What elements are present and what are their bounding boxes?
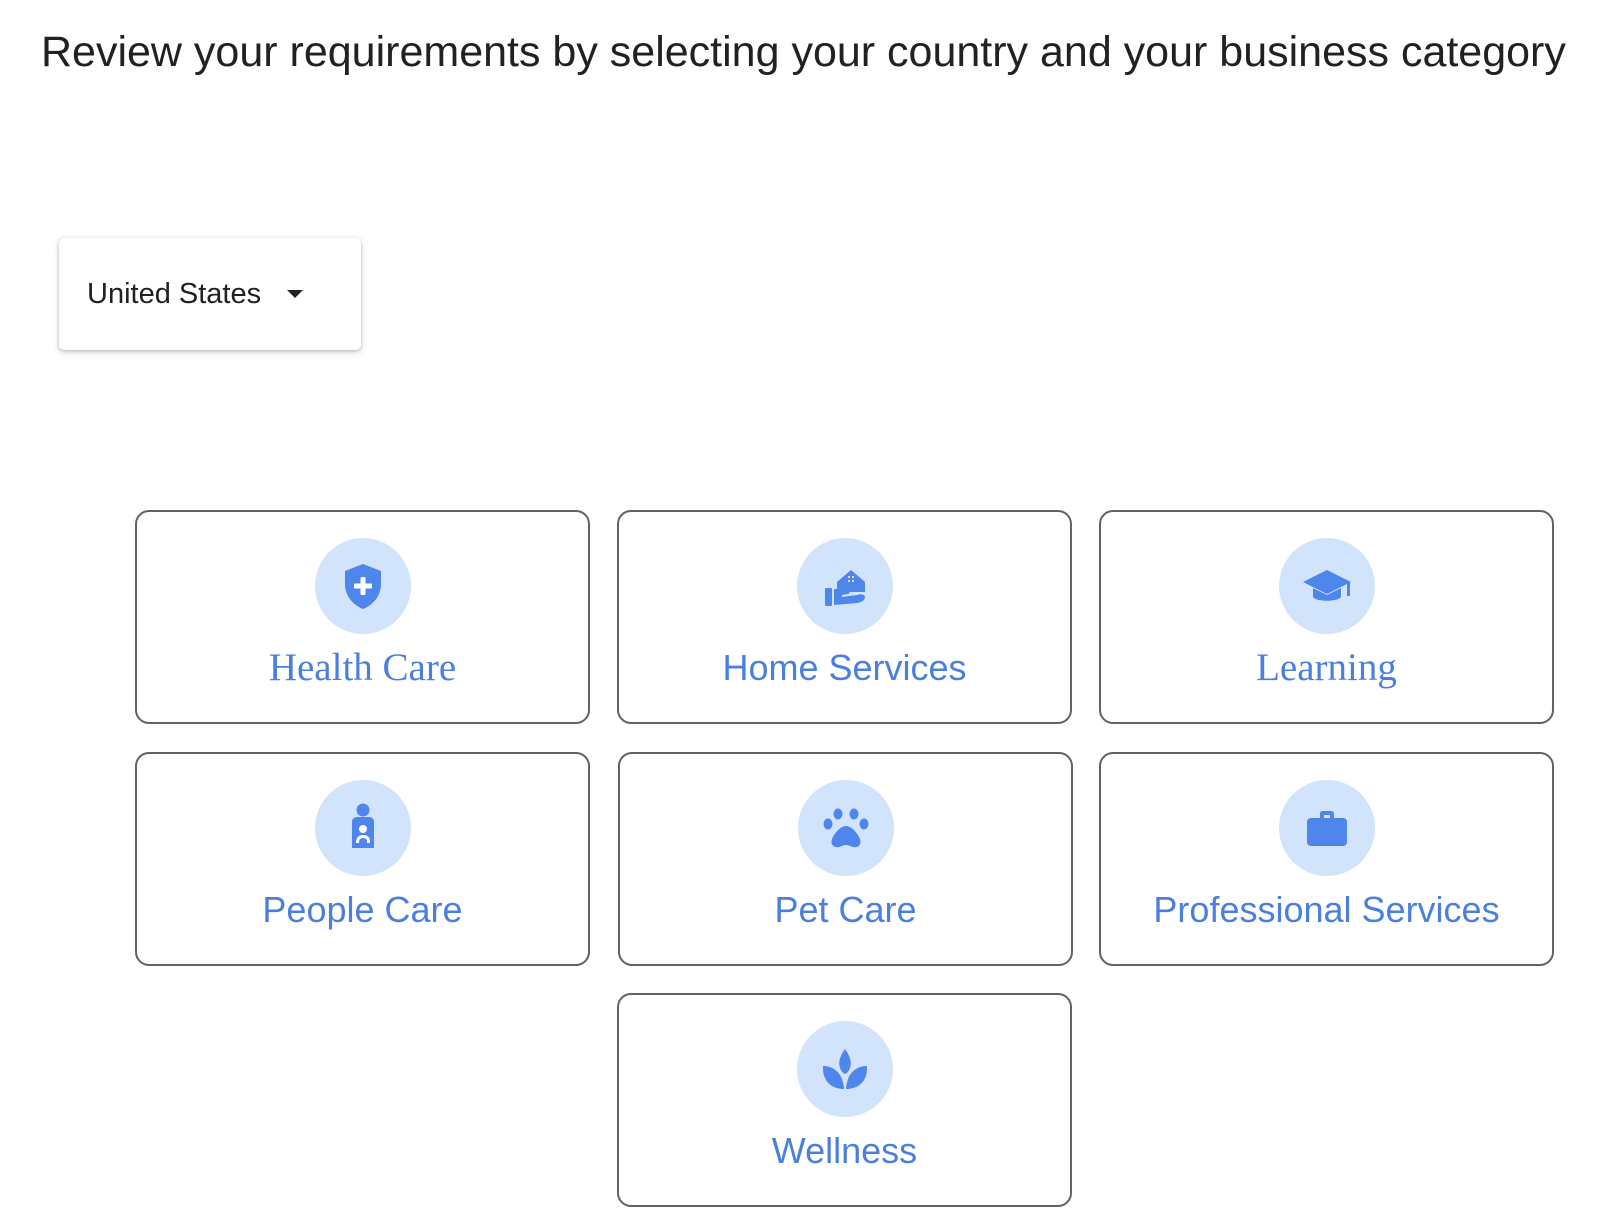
page-title: Review your requirements by selecting yo… (41, 28, 1566, 76)
category-card-professional-services[interactable]: Professional Services (1099, 752, 1554, 966)
category-label: People Care (262, 889, 463, 930)
category-label: Home Services (722, 647, 967, 688)
category-card-wellness[interactable]: Wellness (617, 993, 1072, 1207)
category-card-health-care[interactable]: Health Care (135, 510, 590, 724)
lotus-icon (796, 1021, 893, 1117)
graduation-cap-icon (1278, 538, 1375, 634)
briefcase-icon (1278, 780, 1375, 876)
shield-plus-icon (314, 538, 411, 634)
home-hand-icon (796, 538, 893, 634)
country-select-value: United States (87, 277, 262, 310)
category-label: Wellness (771, 1130, 918, 1171)
category-card-learning[interactable]: Learning (1099, 510, 1554, 724)
paw-icon (797, 780, 894, 876)
category-card-pet-care[interactable]: Pet Care (618, 752, 1073, 966)
category-label: Professional Services (1153, 889, 1500, 930)
category-label: Learning (1256, 646, 1397, 689)
country-select[interactable]: United States (59, 238, 361, 350)
person-care-icon (314, 780, 411, 876)
caret-down-icon (287, 290, 304, 298)
category-card-home-services[interactable]: Home Services (617, 510, 1072, 724)
category-label: Pet Care (774, 889, 917, 930)
category-card-people-care[interactable]: People Care (135, 752, 590, 966)
category-label: Health Care (268, 646, 457, 689)
